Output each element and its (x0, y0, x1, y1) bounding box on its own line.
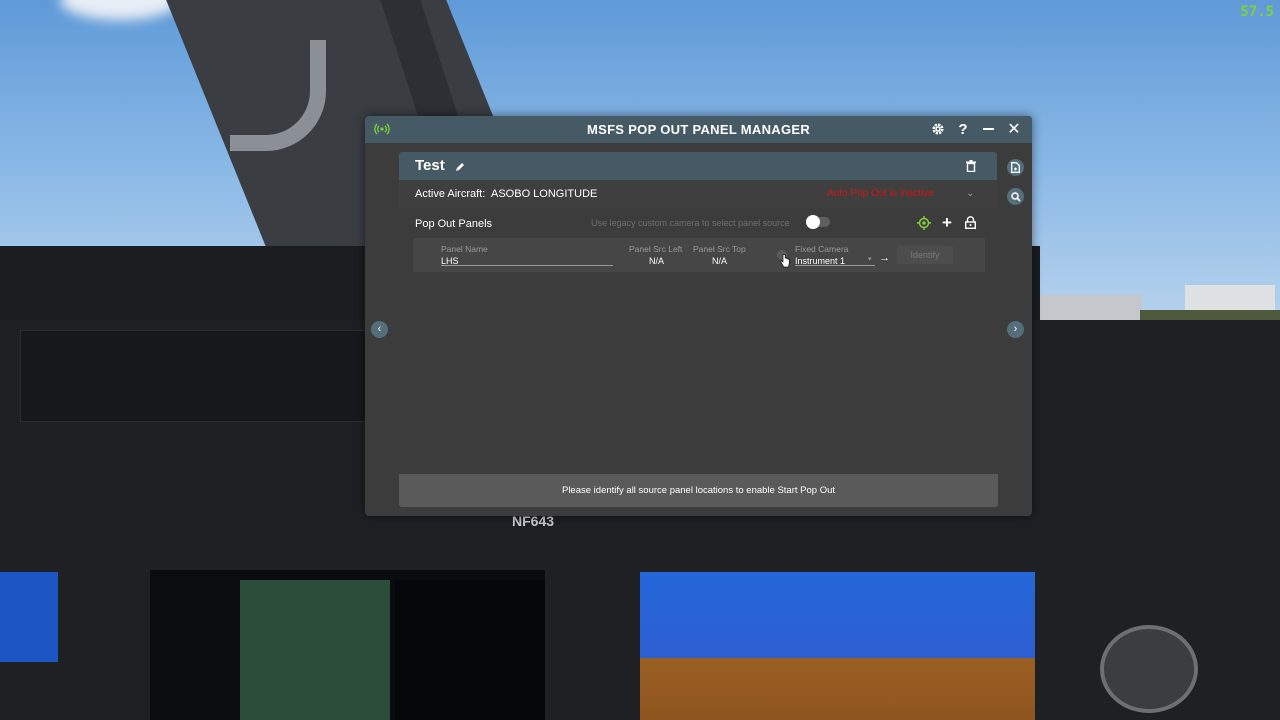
auto-pop-out-status: Auto Pop Out is inactive (827, 188, 934, 199)
trash-icon[interactable] (966, 159, 976, 177)
add-panel-icon[interactable]: + (942, 213, 952, 233)
fps-counter: 57.5 (1240, 4, 1274, 20)
arrow-right-icon[interactable]: → (879, 252, 890, 264)
minimize-icon[interactable] (978, 119, 998, 139)
lock-icon[interactable] (964, 216, 977, 234)
pencil-icon[interactable] (455, 159, 465, 177)
panel-config-row: Panel Name LHS Panel Src Left N/A Panel … (413, 238, 985, 272)
legacy-camera-toggle[interactable] (806, 215, 830, 229)
expand-right-button[interactable]: › (1007, 321, 1024, 338)
legacy-camera-label: Use legacy custom camera to select panel… (591, 218, 790, 228)
crosshair-icon[interactable] (917, 216, 931, 235)
identify-button[interactable]: Identify (897, 246, 953, 264)
mfd-screen (150, 570, 545, 720)
fixed-camera-label: Fixed Camera (795, 244, 849, 254)
panel-src-top-value: N/A (712, 256, 728, 266)
profile-header: Test (399, 152, 997, 180)
gear-icon[interactable] (928, 119, 948, 139)
help-icon[interactable]: ? (953, 119, 973, 139)
title-bar[interactable]: MSFS POP OUT PANEL MANAGER ? ✕ (365, 116, 1032, 143)
pop-out-panels-label: Pop Out Panels (415, 218, 493, 230)
profile-name: Test (415, 157, 445, 174)
pfd-screen (640, 572, 1035, 720)
search-icon[interactable] (1007, 188, 1024, 205)
app-window: MSFS POP OUT PANEL MANAGER ? ✕ Test Acti… (365, 116, 1032, 516)
mouse-cursor (780, 254, 790, 268)
collapse-left-button[interactable]: ‹ (371, 321, 388, 338)
pop-out-panels-header: Pop Out Panels Use legacy custom camera … (399, 212, 997, 236)
panel-src-left-value: N/A (649, 256, 665, 266)
active-aircraft-label: Active Aircraft: (415, 188, 486, 200)
dropdown-caret-icon[interactable]: ▾ (868, 255, 872, 263)
close-icon[interactable]: ✕ (1004, 119, 1024, 139)
add-profile-icon[interactable] (1007, 159, 1024, 176)
chevron-down-icon[interactable]: ⌄ (966, 188, 974, 199)
panel-name-label: Panel Name (441, 244, 488, 254)
active-aircraft-value: ASOBO LONGITUDE (491, 188, 598, 200)
autopilot-panel (20, 330, 367, 422)
panel-src-left-label: Panel Src Left (629, 244, 683, 254)
status-message: Please identify all source panel locatio… (561, 485, 836, 496)
panel-src-top-label: Panel Src Top (693, 244, 746, 254)
air-vent (1100, 625, 1198, 713)
active-aircraft-row: Active Aircraft: ASOBO LONGITUDE Auto Po… (399, 180, 997, 208)
status-bar: Please identify all source panel locatio… (399, 474, 998, 507)
